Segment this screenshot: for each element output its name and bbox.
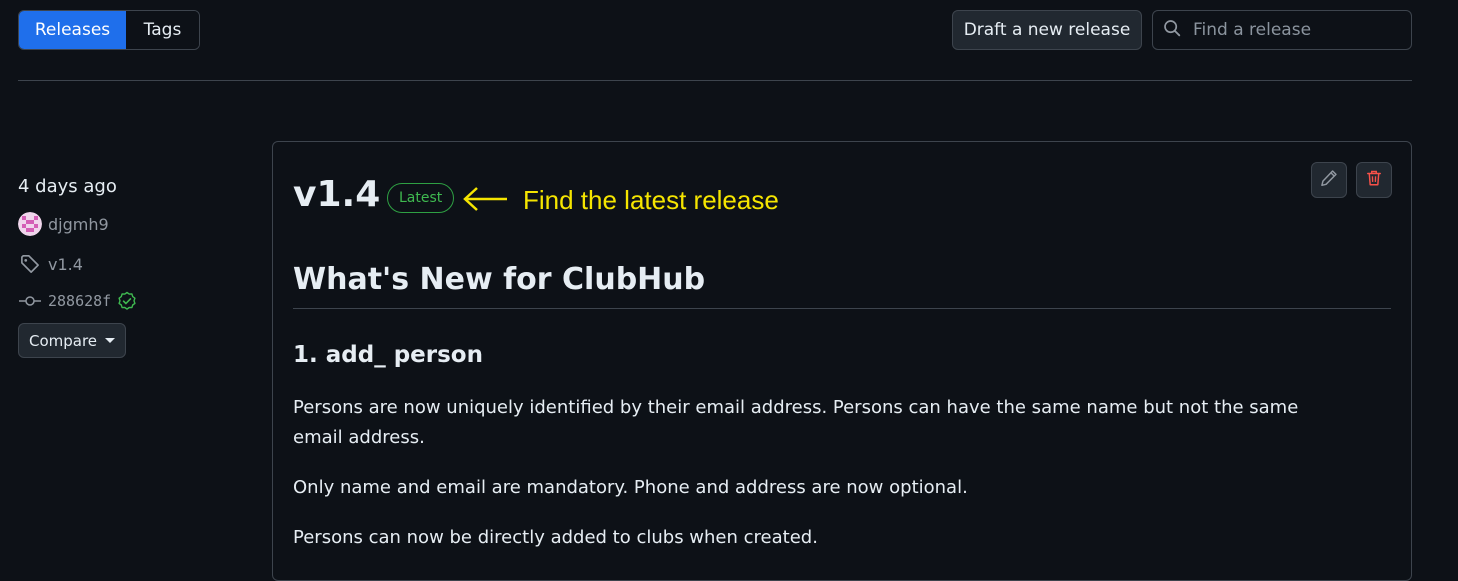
release-date: 4 days ago — [18, 176, 117, 197]
author-name: djgmh9 — [48, 215, 109, 234]
edit-release-button[interactable] — [1311, 162, 1347, 198]
release-tag-link[interactable]: v1.4 — [18, 252, 83, 276]
release-commit-link[interactable]: 288628f — [18, 289, 137, 313]
tab-releases[interactable]: Releases — [19, 11, 126, 49]
release-search-box[interactable] — [1152, 10, 1412, 50]
heading-divider — [293, 308, 1391, 309]
git-commit-icon — [18, 289, 42, 313]
latest-badge: Latest — [387, 183, 454, 213]
release-card: v1.4 Latest Find the latest release What… — [272, 141, 1412, 581]
release-notes-paragraph: Persons are now uniquely identified by t… — [293, 393, 1353, 453]
tag-icon — [18, 252, 42, 276]
release-version-title[interactable]: v1.4 — [293, 174, 380, 216]
pencil-icon — [1320, 169, 1338, 191]
trash-icon — [1365, 169, 1383, 191]
compare-button[interactable]: Compare — [18, 323, 126, 358]
verified-check-icon[interactable] — [117, 291, 137, 311]
avatar — [18, 212, 42, 236]
compare-label: Compare — [29, 332, 97, 350]
release-toolbar: Releases Tags Draft a new release — [18, 10, 1412, 50]
commit-sha: 288628f — [48, 292, 111, 310]
tag-name: v1.4 — [48, 255, 83, 274]
search-icon — [1163, 19, 1181, 41]
release-notes-heading: What's New for ClubHub — [293, 262, 705, 297]
draft-release-button[interactable]: Draft a new release — [952, 10, 1142, 50]
chevron-down-icon — [105, 338, 115, 343]
releases-tags-switch: Releases Tags — [18, 10, 200, 50]
release-notes-subheading: 1. add_ person — [293, 342, 483, 368]
delete-release-button[interactable] — [1356, 162, 1392, 198]
tab-tags[interactable]: Tags — [126, 11, 199, 49]
annotation-text: Find the latest release — [523, 185, 779, 216]
release-notes-paragraph: Only name and email are mandatory. Phone… — [293, 473, 1353, 503]
release-author[interactable]: djgmh9 — [18, 212, 109, 236]
arrow-left-icon — [461, 186, 509, 216]
release-notes-paragraph: Persons can now be directly added to clu… — [293, 523, 1353, 553]
header-divider — [18, 80, 1412, 81]
search-input[interactable] — [1191, 19, 1401, 41]
